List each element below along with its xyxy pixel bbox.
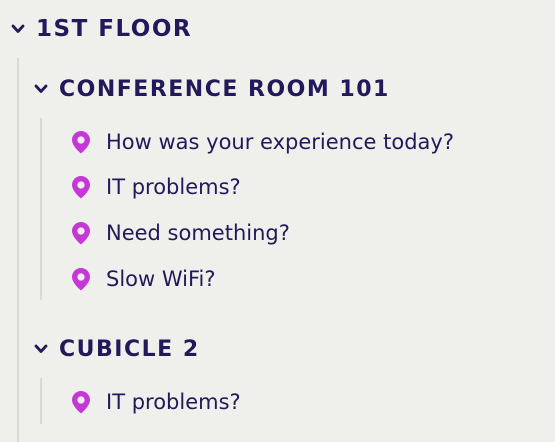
room-header-cubicle-2[interactable]: CUBICLE 2: [33, 334, 200, 364]
list-item-label: IT problems?: [106, 390, 241, 414]
list-item-label: Need something?: [106, 221, 290, 245]
room-title: CUBICLE 2: [59, 336, 200, 362]
list-item[interactable]: IT problems?: [71, 172, 241, 202]
room-title: CONFERENCE ROOM 101: [59, 76, 390, 102]
location-pin-icon: [72, 268, 90, 291]
location-pin-icon: [72, 176, 90, 199]
room-tree-rail: [40, 118, 42, 300]
location-pin-icon: [72, 391, 90, 414]
list-item-label: IT problems?: [106, 175, 241, 199]
list-item[interactable]: Need something?: [71, 218, 290, 248]
list-item[interactable]: How was your experience today?: [71, 127, 454, 157]
list-item-label: Slow WiFi?: [106, 267, 216, 291]
room-header-conference-room-101[interactable]: CONFERENCE ROOM 101: [33, 74, 390, 104]
location-pin-icon: [72, 131, 90, 154]
chevron-down-icon: [34, 84, 48, 93]
room-conference-room-101: CONFERENCE ROOM 101 How was your experie…: [33, 74, 454, 300]
room-tree-rail: [40, 378, 42, 424]
chevron-down-icon: [11, 24, 25, 33]
floor-title: 1ST FLOOR: [36, 16, 193, 42]
room-cubicle-2: CUBICLE 2 IT problems?: [33, 334, 241, 424]
floor-header-1st-floor[interactable]: 1ST FLOOR: [10, 14, 192, 44]
list-item-label: How was your experience today?: [106, 130, 454, 154]
list-item[interactable]: IT problems?: [71, 387, 241, 417]
location-pin-icon: [72, 222, 90, 245]
floor-tree-rail: [17, 58, 19, 442]
chevron-down-icon: [34, 344, 48, 353]
list-item[interactable]: Slow WiFi?: [71, 264, 216, 294]
